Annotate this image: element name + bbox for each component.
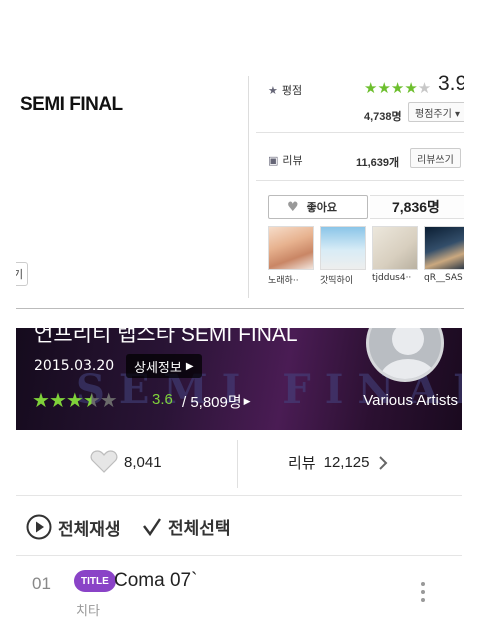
- star-icon: ★: [48, 388, 67, 412]
- rate-button[interactable]: 평점주기 ▾: [408, 102, 464, 122]
- fan-thumbnail[interactable]: qR__SAS: [424, 226, 464, 286]
- rating-label: ★ 평점: [268, 83, 303, 98]
- artist-name[interactable]: Various Artists: [363, 392, 458, 409]
- star-icon: ★: [32, 388, 50, 412]
- title-badge: TITLE: [74, 570, 116, 592]
- row-divider: [256, 180, 464, 181]
- side-button[interactable]: 기: [16, 262, 28, 286]
- heart-icon: ♥: [287, 199, 299, 215]
- fan-avatar: [372, 226, 418, 270]
- like-count: 7,836명: [370, 195, 464, 219]
- chevron-right-icon: [378, 455, 387, 470]
- track-title[interactable]: Coma 07`: [114, 570, 197, 592]
- play-circle-icon: [26, 514, 52, 540]
- more-options-icon[interactable]: [418, 582, 428, 602]
- star-icon: ★: [268, 83, 278, 97]
- checkmark-icon: [143, 517, 161, 536]
- fan-thumbnail[interactable]: tjddus4··: [372, 226, 418, 286]
- track-number: 01: [32, 574, 51, 593]
- banner-rating-stars: ★★★★★: [32, 388, 118, 412]
- rating-stars: ★★★★★: [364, 79, 432, 97]
- release-date: 2015.03.20: [34, 358, 115, 374]
- review-label: ▣ 리뷰: [268, 153, 303, 168]
- star-icon: ★: [99, 388, 118, 412]
- select-all-button[interactable]: 전체선택: [142, 514, 231, 539]
- row-divider: [256, 132, 464, 133]
- play-triangle-icon: ▶: [185, 360, 194, 372]
- panel-divider: [248, 76, 249, 298]
- banner-title: 언프리티 랩스타 SEMI FINAL: [34, 328, 298, 346]
- detail-info-button[interactable]: 상세정보 ▶: [126, 354, 202, 378]
- fan-avatar: [424, 226, 464, 270]
- heart-icon: [90, 450, 118, 473]
- album-title: SEMI FINAL: [20, 94, 123, 115]
- star-icon: ★: [65, 388, 84, 412]
- half-star-icon: ★: [82, 388, 101, 412]
- like-button[interactable]: ♥ 좋아요: [268, 195, 368, 219]
- album-review-link[interactable]: 리뷰 12,125: [288, 452, 388, 473]
- fan-thumbnail[interactable]: 노래하··: [268, 226, 314, 286]
- track-actions: 전체재생 전체선택: [16, 496, 462, 556]
- play-triangle-icon: ▶: [243, 396, 251, 406]
- album-review-count: 12,125: [323, 454, 370, 471]
- banner-rating-score: 3.6: [152, 391, 173, 408]
- section-divider: [16, 308, 464, 309]
- fan-avatar: [268, 226, 314, 270]
- play-all-button[interactable]: 전체재생: [26, 514, 121, 540]
- bar-separator: [237, 440, 238, 488]
- fan-avatar: [320, 226, 366, 270]
- like-review-bar: 8,041 리뷰 12,125: [16, 432, 462, 496]
- album-like-button[interactable]: 8,041: [90, 450, 162, 474]
- track-artist[interactable]: 치타: [76, 600, 100, 619]
- fan-thumbnails: 노래하·· 갓띡하이 tjddus4·· qR__SAS: [268, 226, 464, 286]
- rating-score: 3.9: [438, 72, 464, 95]
- rating-participants: 4,738명: [364, 111, 402, 123]
- album-like-count: 8,041: [124, 453, 162, 471]
- album-info-panel: SEMI FINAL 기 ★ 평점 ★★★★★ 3.9 4,738명 평점주기 …: [16, 56, 464, 308]
- fan-thumbnail[interactable]: 갓띡하이: [320, 226, 366, 286]
- review-count: 11,639개: [356, 157, 400, 169]
- speech-bubble-icon: ▣: [268, 153, 279, 167]
- write-review-button[interactable]: 리뷰쓰기: [410, 148, 461, 168]
- track-row[interactable]: 01 TITLE Coma 07` 치타: [16, 558, 462, 640]
- banner-rating-votes[interactable]: / 5,809명 ▶: [182, 391, 251, 412]
- album-banner: SEMI FINAL 언프리티 랩스타 SEMI FINAL 2015.03.2…: [16, 328, 462, 430]
